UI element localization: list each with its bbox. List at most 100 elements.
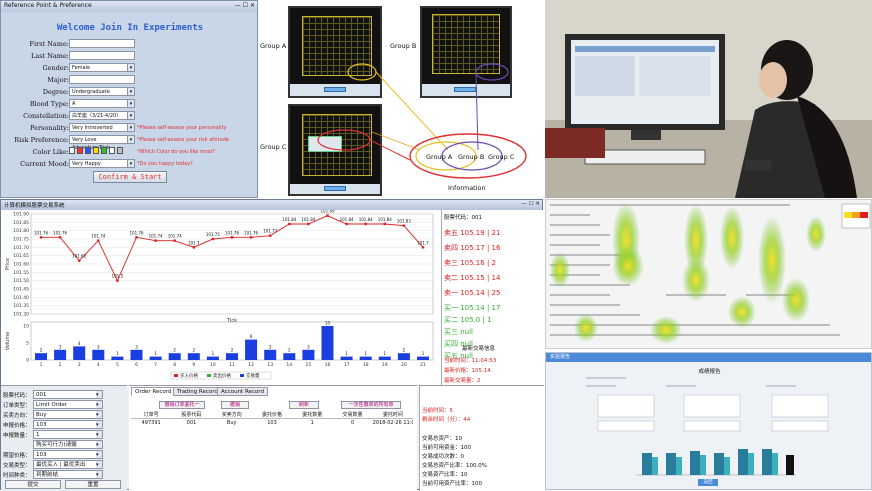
volume-bar xyxy=(130,349,143,360)
form-select[interactable]: Female ▾ xyxy=(69,63,135,72)
chevron-down-icon[interactable]: ▾ xyxy=(127,160,134,167)
legend-swatch xyxy=(240,374,244,377)
tab-order-record[interactable]: Order Record xyxy=(131,387,176,396)
volume-bar xyxy=(340,356,353,360)
form-select[interactable]: 白羊座（3/21-4/20） ▾ xyxy=(69,111,135,120)
color-swatch[interactable] xyxy=(77,147,83,154)
form-text-input[interactable] xyxy=(69,51,135,60)
chevron-down-icon[interactable]: ▾ xyxy=(96,411,102,418)
heatmap-svg xyxy=(546,200,871,348)
report-chart xyxy=(586,377,829,476)
price-point xyxy=(383,222,386,226)
chevron-down-icon[interactable]: ▾ xyxy=(96,401,102,408)
volume-bar xyxy=(206,356,219,360)
table-cell: 001 xyxy=(186,420,197,426)
order-form: 股票代码： 001 ▾ 订单类型： Limit Order ▾ 买卖方向： Buy ▾ 申报价格：… xyxy=(1,385,127,491)
form-select[interactable]: Very Introverted ▾ xyxy=(69,123,135,132)
form-row: Blood Type: A ▾ xyxy=(1,99,259,110)
order-field-input[interactable]: Limit Order ▾ xyxy=(33,400,103,409)
table-cell: 0 xyxy=(350,420,355,426)
form-titlebar: Reference Point & Preference — ☐ ✕ xyxy=(1,1,257,12)
form-select[interactable]: A ▾ xyxy=(69,99,135,108)
reset-order-button[interactable]: 重置 xyxy=(65,480,121,489)
form-select[interactable]: Very Happy ▾ xyxy=(69,159,135,168)
tab-account-record[interactable]: Account Record xyxy=(217,387,268,396)
chevron-down-icon[interactable]: ▾ xyxy=(127,136,134,143)
order-field-input[interactable]: 购买可行力(请输 ▾ xyxy=(33,440,103,449)
ask-level: 卖五 105.19 | 21 xyxy=(444,229,501,237)
back-button[interactable]: 返回 xyxy=(698,479,718,486)
column-header: 委托数量 xyxy=(302,412,323,418)
form-text-input[interactable] xyxy=(69,39,135,48)
order-field-label: 期望价格： xyxy=(3,453,31,459)
order-field-input[interactable]: 1 ▾ xyxy=(33,430,103,439)
bid-level: 买三 null xyxy=(444,328,473,336)
chevron-down-icon[interactable]: ▾ xyxy=(96,431,102,438)
order-field-label: 申报价格： xyxy=(3,423,31,429)
form-select[interactable]: Very Love Adventure/Risk▾ xyxy=(69,135,135,151)
chevron-down-icon[interactable]: ▾ xyxy=(127,64,134,71)
tab-trading-record[interactable]: Trading Record xyxy=(173,387,222,396)
bid-level: 买二 105.0 | 1 xyxy=(444,316,492,324)
price-data-label: 101.5 xyxy=(112,274,124,279)
volume-data-label: 2 xyxy=(231,348,234,353)
form-row: Personality: Very Introverted ▾ *Please sel… xyxy=(1,123,259,134)
ask-level: 卖二 105.15 | 14 xyxy=(444,274,501,282)
ask-level: 卖一 105.14 | 25 xyxy=(444,289,501,297)
chevron-down-icon[interactable]: ▾ xyxy=(127,88,134,95)
order-field-input[interactable]: 103 ▾ xyxy=(33,420,103,429)
form-hint: *Do you happy today? xyxy=(137,161,193,167)
chevron-down-icon[interactable]: ▾ xyxy=(96,441,102,448)
chart-svg: 101.90101.85101.80101.75101.70101.65101.… xyxy=(5,209,434,380)
chevron-down-icon[interactable]: ▾ xyxy=(96,461,102,468)
input-value: Very Happy xyxy=(72,161,101,167)
order-field-input[interactable]: Buy ▾ xyxy=(33,410,103,419)
order-field-value: 103 xyxy=(36,452,47,458)
cancel-order-button[interactable]: 撤销订单委托一 xyxy=(159,401,205,409)
chevron-down-icon[interactable]: ▾ xyxy=(96,421,102,428)
cancel-all-button[interactable]: 一次性撤单的所有单 xyxy=(341,401,401,409)
information-label: Information xyxy=(448,184,486,192)
x-axis-label: Tick xyxy=(226,318,237,324)
chevron-down-icon[interactable]: ▾ xyxy=(96,391,102,398)
trading-titlebar: 计算机模拟股票交易系统 — ☐ ✕ xyxy=(1,200,542,210)
form-select[interactable]: Undergraduate ▾ xyxy=(69,87,135,96)
order-field-input[interactable]: 到期前结 ▾ xyxy=(33,470,103,479)
y-tick-label: 101.60 xyxy=(13,262,29,268)
color-swatch[interactable] xyxy=(117,147,123,154)
price-point xyxy=(58,236,62,239)
chevron-down-icon[interactable]: ▾ xyxy=(127,124,134,131)
participant-photo xyxy=(545,0,872,198)
order-field-value: Buy xyxy=(36,412,47,418)
refresh-button[interactable]: 刷新 xyxy=(289,401,319,409)
submit-order-button[interactable]: 提交 xyxy=(5,480,61,489)
window-controls[interactable]: — ☐ ✕ xyxy=(521,201,540,207)
volume-bar xyxy=(417,356,429,360)
input-value: Female xyxy=(72,65,91,71)
color-swatch[interactable] xyxy=(109,147,115,154)
form-text-input[interactable] xyxy=(69,75,135,84)
cancel-button[interactable]: 撤销 xyxy=(221,401,249,409)
form-label: First Name: xyxy=(29,40,69,48)
chevron-down-icon[interactable]: ▾ xyxy=(96,451,102,458)
order-field-input[interactable]: 最优买入 | 最优卖出 ▾ xyxy=(33,460,103,469)
order-field-input[interactable]: 103 ▾ xyxy=(33,450,103,459)
window-controls[interactable]: — ☐ ✕ xyxy=(235,2,255,9)
price-data-label: 101.75 xyxy=(206,232,220,237)
experiment-form-window: Reference Point & Preference — ☐ ✕ Welco… xyxy=(0,0,258,198)
volume-bar xyxy=(35,353,47,360)
chevron-down-icon[interactable]: ▾ xyxy=(96,471,102,478)
eye-tracking-heatmap xyxy=(545,199,872,349)
color-swatch[interactable] xyxy=(69,147,75,154)
color-swatches[interactable] xyxy=(69,147,123,156)
color-swatch[interactable] xyxy=(85,147,91,154)
color-swatch[interactable] xyxy=(93,147,99,154)
table-row[interactable]: 497391 001 Buy 103 1 0 2018-02-26 11:04:36.0 xyxy=(131,420,413,428)
order-field-input[interactable]: 001 ▾ xyxy=(33,390,103,399)
volume-bar xyxy=(226,353,238,360)
confirm-start-button[interactable]: Confirm & Start xyxy=(93,171,167,183)
volume-data-label: 1 xyxy=(212,351,215,356)
chevron-down-icon[interactable]: ▾ xyxy=(127,100,134,107)
chevron-down-icon[interactable]: ▾ xyxy=(127,112,134,119)
color-swatch[interactable] xyxy=(101,147,107,154)
